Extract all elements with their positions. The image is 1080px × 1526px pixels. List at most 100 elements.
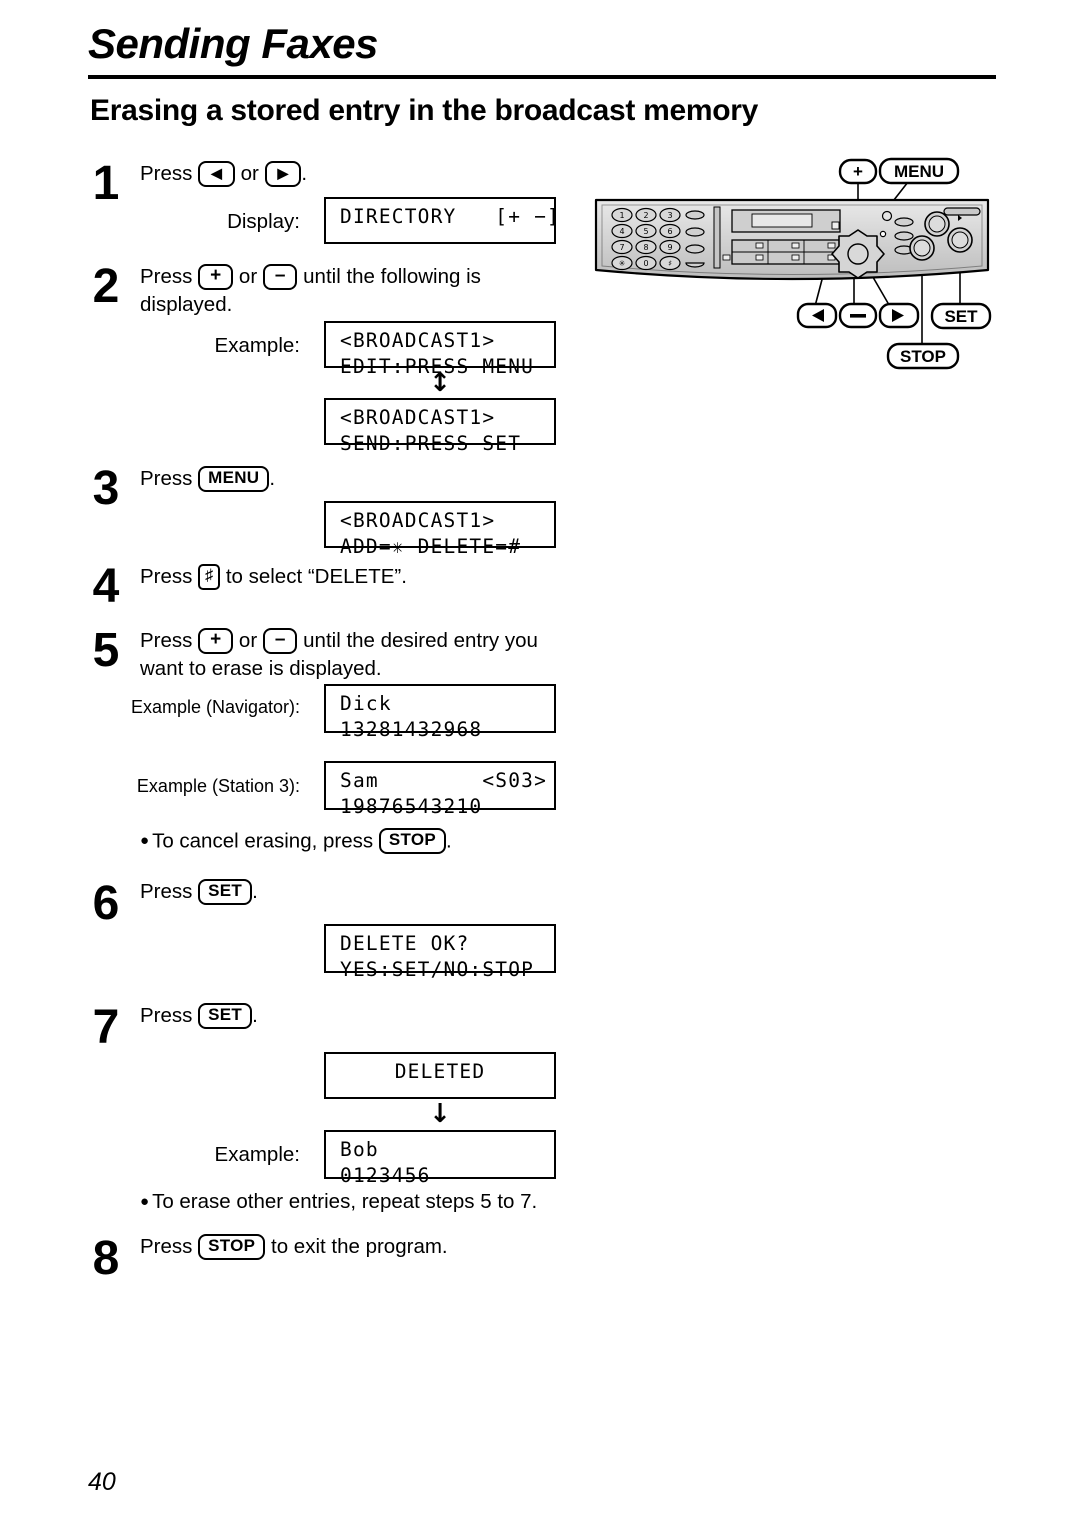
minus-key-icon-2[interactable]: – — [262, 627, 298, 654]
lcd-delete-ok-line1: DELETE OK? — [340, 932, 470, 955]
note-cancel-period: . — [446, 829, 452, 853]
svg-text:♯: ♯ — [668, 259, 672, 268]
step-8-tail-label: to exit the program. — [271, 1235, 448, 1258]
step-2-tail-label: until the following is — [303, 265, 481, 288]
example-station3-label: Example (Station 3): — [136, 776, 300, 796]
lcd-entry-navigator-line1: Dick — [340, 692, 392, 715]
lcd-broadcast-add-delete-line1: <BROADCAST1> — [340, 509, 496, 532]
lcd-entry-station3: Sam <S03> 19876543210 — [324, 761, 556, 818]
svg-text:5: 5 — [643, 227, 648, 236]
lcd-entry-navigator-line2: 13281432968 — [340, 718, 483, 741]
note-cancel-erasing: ● To cancel erasing, press STOP. — [140, 828, 452, 855]
step-2-press-label: Press — [140, 265, 193, 288]
callout-right-arrow — [878, 302, 920, 329]
step-2-line2-label: displayed. — [140, 292, 233, 316]
svg-text:✳: ✳ — [619, 259, 626, 268]
right-arrow-key-icon[interactable]: ▶ — [264, 160, 302, 187]
step-number-5: 5 — [92, 624, 120, 677]
lcd-delete-ok-line2: YES:SET/NO:STOP — [340, 958, 535, 981]
step-4-instruction: Press ♯ to select “DELETE”. — [140, 563, 407, 591]
svg-text:8: 8 — [643, 243, 648, 252]
lcd-directory-line1: DIRECTORY [+ −] — [340, 205, 560, 228]
svg-text:9: 9 — [667, 243, 672, 252]
callout-minus — [838, 302, 878, 329]
step-8-instruction: Press STOP to exit the program. — [140, 1233, 448, 1261]
step-4-tail-label: to select “DELETE”. — [225, 565, 407, 588]
menu-key-icon[interactable]: MENU — [198, 465, 270, 492]
step-6-period: . — [252, 880, 258, 903]
lcd-delete-ok: DELETE OK? YES:SET/NO:STOP — [324, 924, 556, 981]
svg-text:7: 7 — [619, 243, 624, 252]
bidirectional-arrow-icon: ↕ — [429, 368, 451, 398]
bullet-dot-icon-2: ● — [140, 1193, 150, 1210]
lcd-entry-bob-line2: 0123456 — [340, 1164, 431, 1187]
step-7-press-label: Press — [140, 1004, 193, 1027]
panel-lcd-screen — [731, 209, 841, 233]
step-number-8: 8 — [92, 1232, 120, 1285]
step-number-3: 3 — [92, 462, 120, 515]
lcd-broadcast-send-line1: <BROADCAST1> — [340, 406, 496, 429]
lcd-entry-navigator: Dick 13281432968 — [324, 684, 556, 741]
step-8-press-label: Press — [140, 1235, 193, 1258]
step-6-press-label: Press — [140, 880, 193, 903]
lcd-broadcast-send-line2: SEND:PRESS SET — [340, 432, 522, 455]
down-arrow-icon: ↓ — [429, 1099, 451, 1129]
section-title: Erasing a stored entry in the broadcast … — [90, 94, 759, 127]
svg-text:STOP: STOP — [900, 347, 946, 366]
display-label: Display: — [227, 210, 300, 233]
hash-key-icon[interactable]: ♯ — [198, 563, 221, 590]
step-5-or-label: or — [238, 629, 258, 652]
svg-text:SET: SET — [944, 307, 978, 326]
callout-stop: STOP — [886, 342, 960, 370]
step-6-instruction: Press SET. — [140, 878, 258, 906]
step-5-tail-label: until the desired entry you — [303, 629, 538, 652]
step-number-6: 6 — [92, 877, 120, 930]
set-key-icon[interactable]: SET — [198, 878, 253, 905]
callout-plus: + — [838, 158, 878, 185]
step-7-period: . — [252, 1004, 258, 1027]
lcd-entry-bob: Bob 0123456 — [324, 1130, 556, 1187]
lcd-broadcast-edit-line1: <BROADCAST1> — [340, 329, 496, 352]
step-number-2: 2 — [92, 260, 120, 313]
example-navigator-label: Example (Navigator): — [130, 697, 300, 717]
step-5-instruction: Press + or – until the desired entry you… — [140, 627, 570, 682]
callout-menu: MENU — [878, 157, 960, 185]
svg-text:1: 1 — [619, 211, 624, 220]
navigator-rocker-key — [831, 229, 885, 279]
step-1-instruction: Press ◀ or ▶. — [140, 160, 307, 188]
step-1-or-label: or — [240, 162, 259, 185]
fax-control-panel-diagram: 123 456 789 ✳ 0 ♯ + MENU SET STOP — [592, 152, 996, 382]
step-2-instruction: Press + or – until the following is disp… — [140, 263, 570, 318]
svg-text:MENU: MENU — [894, 162, 944, 181]
note-repeat-text: To erase other entries, repeat steps 5 t… — [152, 1190, 538, 1213]
svg-text:0: 0 — [643, 259, 648, 268]
plus-key-icon-2[interactable]: + — [198, 627, 234, 654]
minus-key-icon[interactable]: – — [262, 263, 298, 290]
plus-key-icon[interactable]: + — [198, 263, 234, 290]
stop-key-icon[interactable]: STOP — [378, 828, 447, 854]
step-3-instruction: Press MENU. — [140, 465, 275, 493]
lcd-deleted: DELETED — [324, 1052, 556, 1099]
stop-key-icon-2[interactable]: STOP — [198, 1233, 266, 1260]
lcd-broadcast-add-delete-line2: ADD=✳ DELETE=# — [340, 535, 522, 558]
set-key-icon-2[interactable]: SET — [198, 1002, 253, 1029]
step-number-4: 4 — [92, 560, 120, 613]
left-arrow-key-icon[interactable]: ◀ — [198, 160, 235, 187]
step-1-period: . — [301, 162, 308, 185]
step-number-7: 7 — [92, 1001, 120, 1054]
step-7-instruction: Press SET. — [140, 1002, 258, 1030]
lcd-directory: DIRECTORY [+ −] — [324, 197, 559, 244]
callout-set: SET — [930, 302, 992, 330]
note-repeat-steps: ● To erase other entries, repeat steps 5 … — [140, 1190, 537, 1214]
step-4-press-label: Press — [140, 565, 193, 588]
step-2-or-label: or — [238, 265, 258, 288]
chapter-title: Sending Faxes — [88, 20, 378, 67]
step-number-1: 1 — [92, 157, 120, 210]
step-3-press-label: Press — [140, 467, 193, 490]
lcd-entry-station3-line2: 19876543210 — [340, 795, 483, 818]
lcd-deleted-line1: DELETED — [394, 1060, 486, 1083]
header-divider — [88, 75, 996, 79]
callout-left-arrow — [796, 302, 838, 329]
lcd-broadcast-edit: <BROADCAST1> EDIT:PRESS MENU — [324, 321, 556, 378]
step-3-period: . — [269, 467, 276, 490]
